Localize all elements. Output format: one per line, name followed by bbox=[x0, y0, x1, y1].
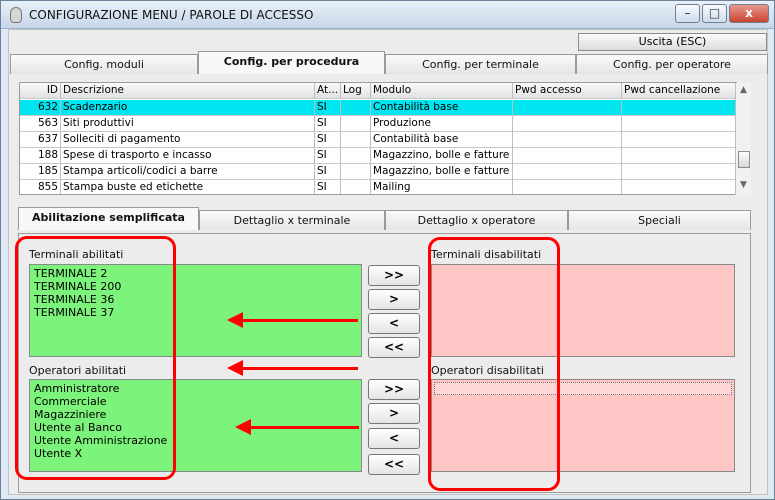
cell-access-password bbox=[513, 116, 622, 132]
table-row[interactable]: 632 Scadenzario SI Contabilità base bbox=[20, 100, 736, 116]
column-description: Descrizione bbox=[61, 83, 315, 99]
cell-access-password bbox=[513, 180, 622, 194]
cell-delete-password bbox=[622, 164, 736, 180]
cell-description: Scadenzario bbox=[61, 100, 315, 116]
cell-delete-password bbox=[622, 180, 736, 194]
table-row[interactable]: 185 Stampa articoli/codici a barre SI Magaz… bbox=[20, 164, 736, 180]
column-active: At... bbox=[315, 83, 341, 99]
cell-delete-password bbox=[622, 148, 736, 164]
cell-log bbox=[341, 100, 371, 116]
cell-log bbox=[341, 180, 371, 194]
column-delete-password: Pwd cancellazione bbox=[622, 83, 736, 99]
cell-id: 563 bbox=[20, 116, 61, 132]
window-title: CONFIGURAZIONE MENU / PAROLE DI ACCESSO bbox=[29, 8, 314, 22]
table-row[interactable]: 188 Spese di trasporto e incasso SI Magazzi… bbox=[20, 148, 736, 164]
move-terminal-right-button[interactable]: > bbox=[368, 289, 420, 310]
table-row[interactable]: 855 Stampa buste ed etichette SI Mailing bbox=[20, 180, 736, 194]
cell-log bbox=[341, 132, 371, 148]
move-all-terminals-left-button[interactable]: << bbox=[368, 337, 420, 358]
tab-dettaglio-operatore[interactable]: Dettaglio x operatore bbox=[385, 210, 568, 230]
tab-config-moduli[interactable]: Config. moduli bbox=[10, 54, 198, 74]
cell-active: SI bbox=[315, 164, 341, 180]
disabled-lists-highlight bbox=[428, 237, 560, 491]
cell-active: SI bbox=[315, 148, 341, 164]
enabled-lists-highlight bbox=[15, 236, 176, 480]
cell-active: SI bbox=[315, 180, 341, 194]
tab-config-per-procedura[interactable]: Config. per procedura bbox=[198, 51, 385, 74]
column-id: ID bbox=[20, 83, 61, 99]
cell-id: 632 bbox=[20, 100, 61, 116]
cell-description: Stampa articoli/codici a barre bbox=[61, 164, 315, 180]
table-header: ID Descrizione At... Log Modulo Pwd acce… bbox=[20, 83, 736, 99]
table-row[interactable]: 637 Solleciti di pagamento SI Contabilità b… bbox=[20, 132, 736, 148]
cell-description: Spese di trasporto e incasso bbox=[61, 148, 315, 164]
title-bar: CONFIGURAZIONE MENU / PAROLE DI ACCESSO … bbox=[1, 1, 774, 29]
maximize-button[interactable]: □ bbox=[702, 4, 727, 23]
move-all-terminals-right-button[interactable]: >> bbox=[368, 265, 420, 286]
column-access-password: Pwd accesso bbox=[513, 83, 622, 99]
cell-description: Siti produttivi bbox=[61, 116, 315, 132]
scroll-down-icon[interactable]: ▼ bbox=[740, 180, 747, 190]
tab-config-per-operatore[interactable]: Config. per operatore bbox=[576, 54, 768, 74]
cell-access-password bbox=[513, 164, 622, 180]
cell-delete-password bbox=[622, 100, 736, 116]
cell-delete-password bbox=[622, 132, 736, 148]
column-module: Modulo bbox=[371, 83, 513, 99]
cell-access-password bbox=[513, 148, 622, 164]
tab-speciali[interactable]: Speciali bbox=[568, 210, 751, 230]
table-scrollbar[interactable]: ▲ ▼ bbox=[735, 83, 751, 195]
operator-left-arrow-annotation bbox=[235, 419, 359, 435]
tab-dettaglio-terminale[interactable]: Dettaglio x terminale bbox=[199, 210, 385, 230]
cell-description: Solleciti di pagamento bbox=[61, 132, 315, 148]
scroll-up-icon[interactable]: ▲ bbox=[740, 85, 747, 95]
cell-module: Magazzino, bolle e fatture bbox=[371, 148, 513, 164]
move-all-operators-right-button[interactable]: >> bbox=[368, 379, 420, 400]
cell-module: Mailing bbox=[371, 180, 513, 194]
procedure-table: ID Descrizione At... Log Modulo Pwd acce… bbox=[19, 82, 737, 195]
cell-id: 188 bbox=[20, 148, 61, 164]
table-row[interactable]: 563 Siti produttivi SI Produzione bbox=[20, 116, 736, 132]
move-terminal-left-button[interactable]: < bbox=[368, 313, 420, 334]
cell-module: Contabilità base bbox=[371, 132, 513, 148]
application-icon bbox=[10, 7, 22, 23]
cell-module: Contabilità base bbox=[371, 100, 513, 116]
minimize-button[interactable]: – bbox=[675, 4, 700, 23]
cell-active: SI bbox=[315, 100, 341, 116]
cell-log bbox=[341, 164, 371, 180]
cell-id: 185 bbox=[20, 164, 61, 180]
tab-abilitazione-semplificata[interactable]: Abilitazione semplificata bbox=[18, 207, 199, 230]
cell-delete-password bbox=[622, 116, 736, 132]
scroll-thumb[interactable] bbox=[738, 151, 750, 168]
cell-active: SI bbox=[315, 116, 341, 132]
exit-button[interactable]: Uscita (ESC) bbox=[578, 33, 767, 51]
cell-module: Magazzino, bolle e fatture bbox=[371, 164, 513, 180]
move-operator-right-button[interactable]: > bbox=[368, 403, 420, 424]
cell-access-password bbox=[513, 100, 622, 116]
operator-label-arrow-annotation bbox=[227, 360, 358, 376]
cell-active: SI bbox=[315, 132, 341, 148]
cell-id: 637 bbox=[20, 132, 61, 148]
cell-log bbox=[341, 116, 371, 132]
column-log: Log bbox=[341, 83, 371, 99]
cell-log bbox=[341, 148, 371, 164]
cell-access-password bbox=[513, 132, 622, 148]
close-button[interactable]: x bbox=[729, 4, 769, 23]
cell-id: 855 bbox=[20, 180, 61, 194]
cell-module: Produzione bbox=[371, 116, 513, 132]
tab-config-per-terminale[interactable]: Config. per terminale bbox=[385, 54, 576, 74]
move-operator-left-button[interactable]: < bbox=[368, 428, 420, 449]
move-all-operators-left-button[interactable]: << bbox=[368, 454, 420, 475]
cell-description: Stampa buste ed etichette bbox=[61, 180, 315, 194]
terminal-left-arrow-annotation bbox=[227, 312, 358, 328]
